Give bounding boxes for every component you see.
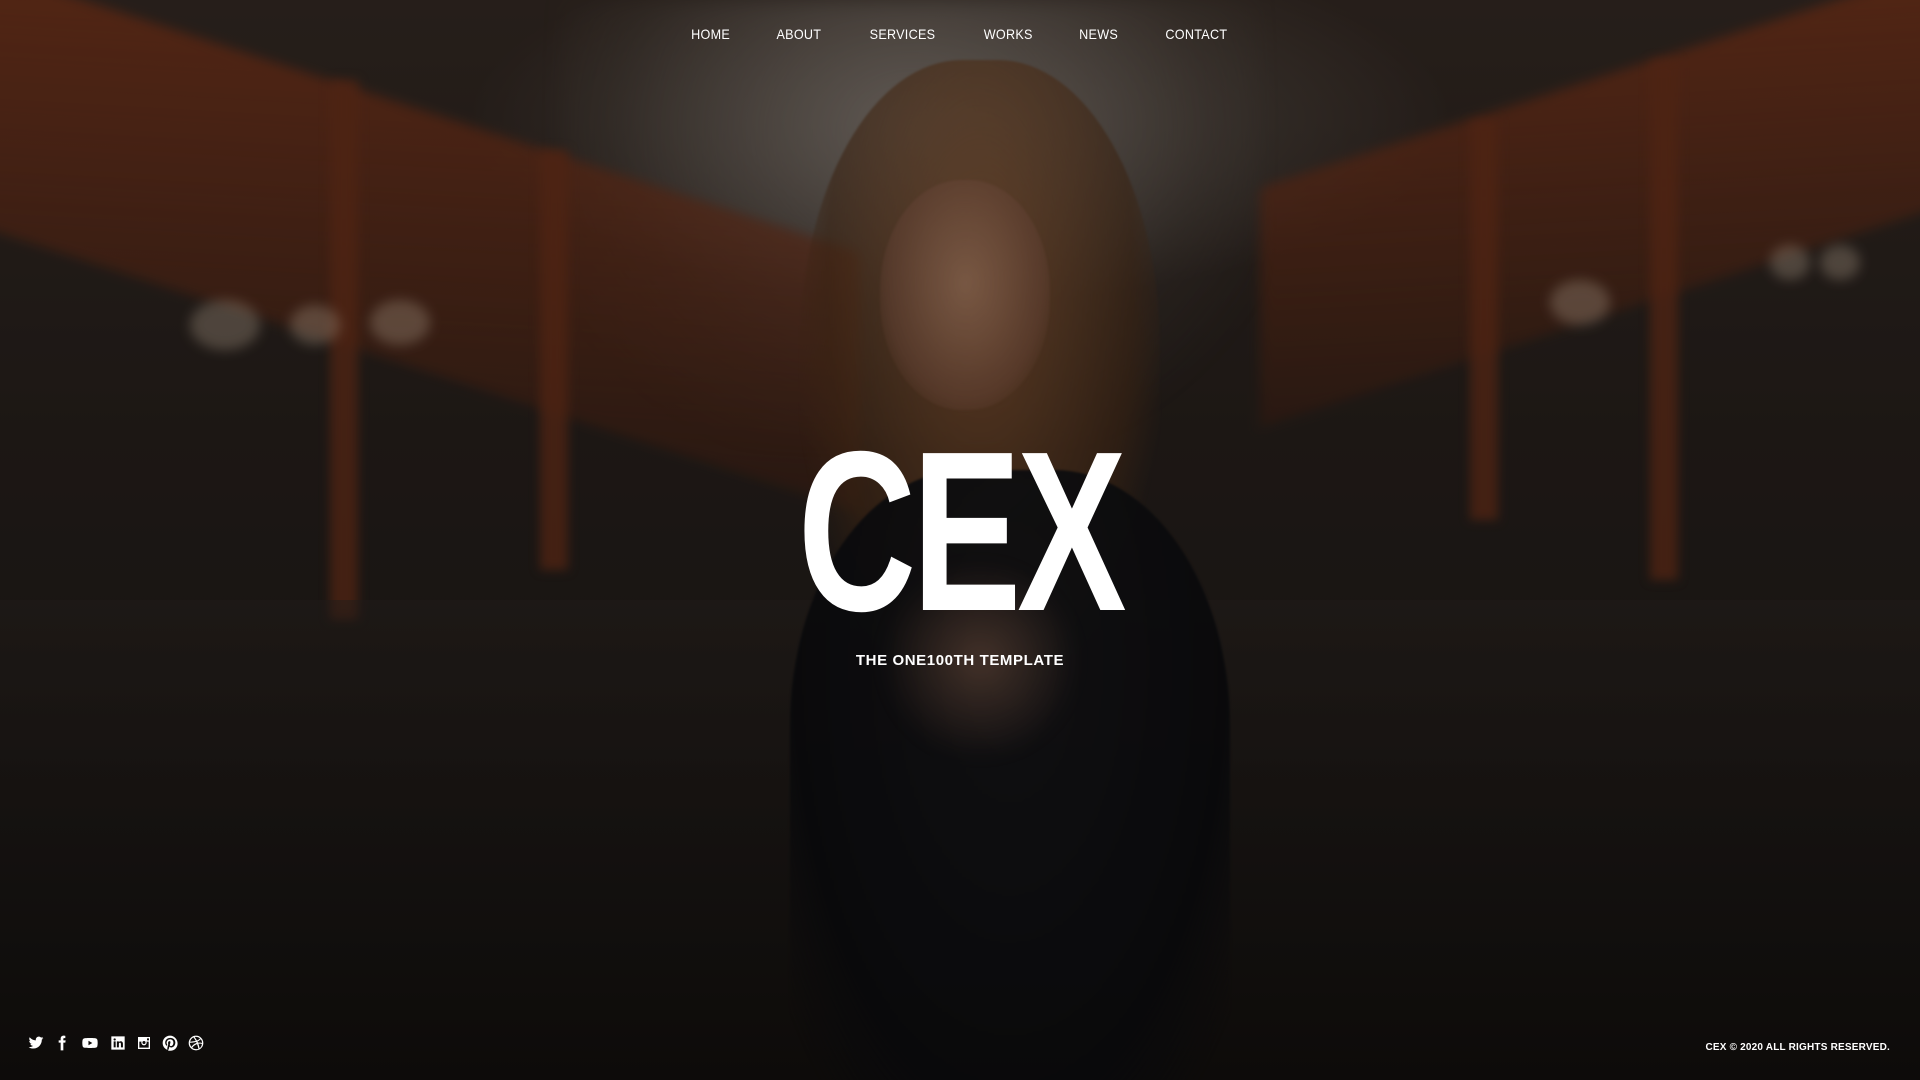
facebook-icon[interactable] (54, 1035, 70, 1051)
main-nav: HOME ABOUT SERVICES WORKS NEWS CONTACT (0, 22, 1920, 46)
nav-item-works[interactable]: WORKS (984, 22, 1033, 46)
linkedin-icon[interactable] (110, 1035, 126, 1051)
nav-item-contact[interactable]: CONTACT (1166, 22, 1228, 46)
twitter-icon[interactable] (28, 1035, 44, 1051)
nav-item-news[interactable]: NEWS (1079, 22, 1118, 46)
nav-item-services[interactable]: SERVICES (869, 22, 935, 46)
dribbble-icon[interactable] (188, 1035, 204, 1051)
pinterest-icon[interactable] (162, 1035, 178, 1051)
instagram-icon[interactable] (136, 1035, 152, 1051)
hero-section: HOME ABOUT SERVICES WORKS NEWS CONTACT C… (0, 0, 1920, 1080)
nav-item-about[interactable]: ABOUT (777, 22, 822, 46)
nav-item-home[interactable]: HOME (691, 22, 730, 46)
youtube-icon[interactable] (80, 1035, 100, 1051)
hero-tagline: THE ONE100TH TEMPLATE (855, 652, 1065, 669)
social-links (28, 1035, 204, 1051)
hero-title: CEX (797, 405, 1127, 659)
footer-copyright: CEX © 2020 ALL RIGHTS RESERVED. (1705, 1042, 1890, 1053)
